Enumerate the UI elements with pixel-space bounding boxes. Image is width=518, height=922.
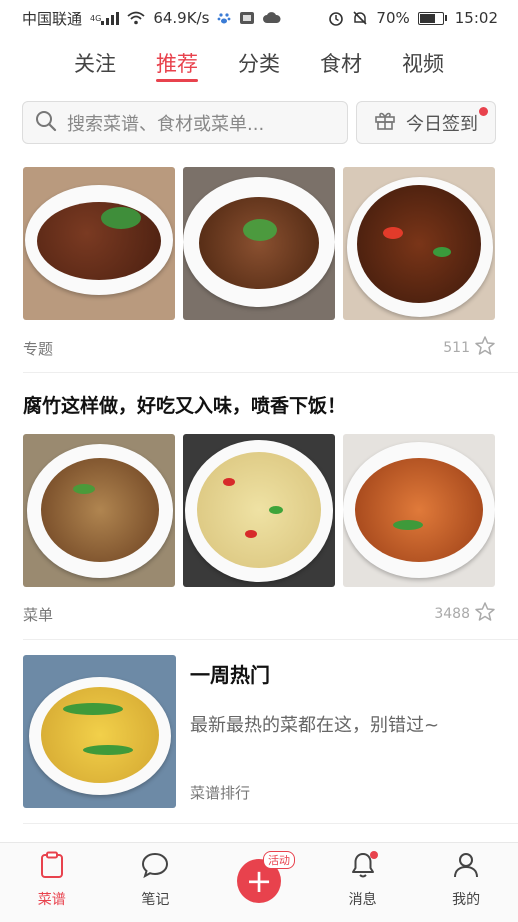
tab-video[interactable]: 视频 [402, 40, 444, 86]
topic-favorite[interactable]: 511 [443, 335, 496, 361]
topic-meta-row: 专题 511 [23, 335, 496, 361]
nav-label: 笔记 [141, 892, 170, 908]
menu-image-grid[interactable] [23, 434, 496, 587]
alarm-icon [328, 10, 344, 26]
nav-messages[interactable]: 消息 [323, 851, 403, 909]
bottom-nav: 菜谱 笔记 + 活动 消息 我的 [0, 842, 518, 922]
dish-image[interactable] [343, 167, 495, 320]
status-bar-right: 70% 15:02 [328, 9, 498, 27]
dish-image[interactable] [23, 434, 175, 587]
wifi-icon [127, 11, 145, 25]
star-icon [474, 335, 496, 361]
paw-app-icon [217, 11, 231, 25]
signin-label: 今日签到 [406, 113, 478, 135]
tab-ingredients[interactable]: 食材 [320, 40, 362, 86]
menu-favorite[interactable]: 3488 [434, 601, 496, 627]
topic-image-grid[interactable] [23, 167, 496, 320]
cloud-icon [263, 11, 281, 25]
nav-label: 菜谱 [37, 892, 66, 908]
app-notification-icon [239, 11, 255, 25]
topic-tag: 专题 [23, 339, 54, 358]
carrier-label: 中国联通 [22, 9, 83, 28]
search-row: 搜索菜谱、食材或菜单... 今日签到 [22, 101, 496, 144]
dish-image[interactable] [343, 434, 495, 587]
tab-recommend[interactable]: 推荐 [156, 40, 198, 86]
divider [23, 372, 518, 373]
daily-signin-button[interactable]: 今日签到 [356, 101, 496, 144]
activity-badge: 活动 [262, 851, 295, 869]
signin-notification-dot [479, 107, 488, 116]
search-placeholder: 搜索菜谱、食材或菜单... [67, 113, 265, 135]
network-speed-label: 64.9K/s [153, 9, 210, 27]
menu-tag: 菜单 [23, 605, 54, 624]
nav-notes[interactable]: 笔记 [115, 851, 195, 909]
weekly-hot-description: 最新最热的菜都在这，别错过~ [190, 715, 440, 736]
weekly-hot-image[interactable] [23, 655, 176, 808]
nav-label: 消息 [348, 892, 377, 908]
notes-icon [141, 851, 169, 883]
dish-image[interactable] [183, 167, 335, 320]
favorite-count: 3488 [434, 606, 470, 622]
top-tabs: 关注 推荐 分类 食材 视频 [0, 40, 518, 86]
dish-image[interactable] [183, 434, 335, 587]
search-icon [35, 110, 57, 136]
divider [23, 823, 518, 824]
battery-icon [417, 11, 447, 25]
nav-profile[interactable]: 我的 [426, 851, 506, 909]
dish-image[interactable] [23, 167, 175, 320]
message-notification-dot [369, 851, 378, 859]
favorite-count: 511 [443, 340, 470, 356]
status-bar: 中国联通 4G 64.9K/s 70% 15:02 [0, 0, 518, 36]
weekly-hot-subtitle: 菜谱排行 [190, 784, 251, 802]
gift-icon [374, 109, 396, 136]
cellular-signal-icon: 4G [90, 11, 120, 25]
nav-recipes[interactable]: 菜谱 [12, 851, 92, 909]
status-bar-left: 中国联通 4G 64.9K/s [22, 8, 281, 29]
search-input[interactable]: 搜索菜谱、食材或菜单... [22, 101, 348, 144]
mute-icon [352, 10, 368, 26]
nav-publish[interactable]: + 活动 [219, 851, 299, 911]
network-type-label: 4G [90, 13, 102, 23]
user-icon [453, 851, 479, 883]
tab-follow[interactable]: 关注 [74, 40, 116, 86]
divider [23, 639, 518, 640]
recipe-icon [39, 851, 65, 883]
menu-section-title[interactable]: 腐竹这样做，好吃又入味，喷香下饭！ [23, 391, 346, 418]
clock: 15:02 [454, 9, 498, 27]
battery-percent: 70% [376, 9, 410, 27]
nav-label: 我的 [452, 892, 481, 908]
menu-meta-row: 菜单 3488 [23, 601, 496, 627]
tab-category[interactable]: 分类 [238, 40, 280, 86]
star-icon [474, 601, 496, 627]
weekly-hot-title[interactable]: 一周热门 [190, 659, 270, 688]
